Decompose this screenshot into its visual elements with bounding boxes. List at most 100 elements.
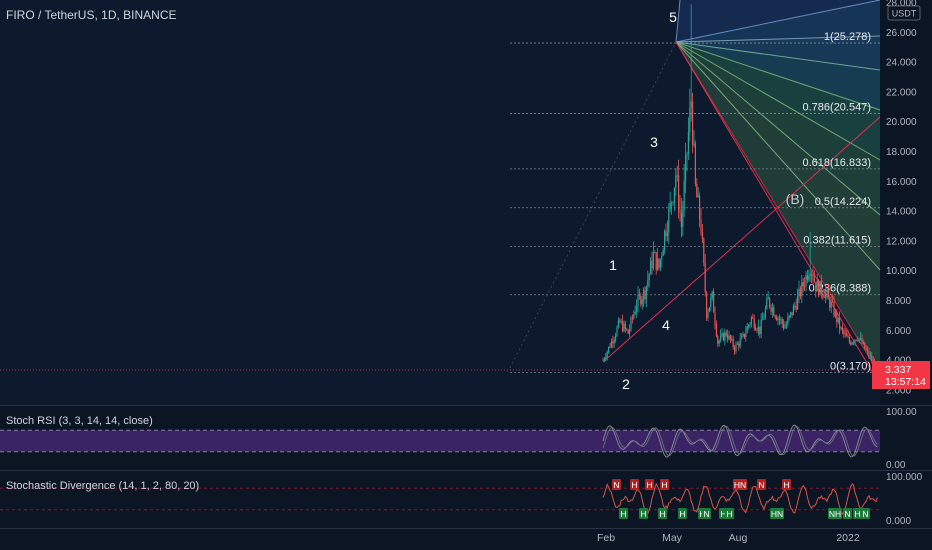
candle-body [847, 336, 849, 338]
candle-body [792, 306, 794, 316]
candle-body [623, 323, 625, 332]
candle-body [627, 329, 629, 334]
time-axis-tick: Feb [597, 532, 615, 544]
candle-body [869, 355, 871, 357]
candle-body [714, 312, 716, 325]
candle-body [603, 359, 605, 361]
candle-body [773, 307, 775, 316]
fib-level-label: 0(3.170) [830, 360, 871, 372]
candle-body [689, 107, 691, 133]
candle-body [823, 296, 825, 298]
candle-body [846, 333, 848, 337]
candle-body [802, 282, 804, 286]
candle-body [644, 289, 646, 300]
candle-body [827, 290, 829, 298]
candle-body [616, 327, 618, 336]
stoch-rsi-tick-bottom: 0.00 [886, 460, 906, 471]
candle-body [755, 328, 757, 331]
candle-body [749, 323, 751, 326]
currency-badge[interactable]: USDT [887, 5, 921, 21]
candle-body [743, 333, 745, 338]
candle-body [830, 301, 832, 308]
candle-body [763, 317, 765, 320]
candle-body [608, 346, 610, 352]
candle-body [690, 101, 692, 108]
candle-body [774, 315, 776, 318]
candle-body [721, 333, 723, 336]
candle-body [861, 338, 863, 344]
candle-body [832, 301, 834, 303]
currency-label: USDT [892, 9, 917, 19]
candle-body [822, 293, 824, 297]
chart-title: FIRO / TetherUS, 1D, BINANCE [6, 8, 177, 22]
price-axis-tick: 16.000 [886, 177, 917, 188]
fib-level-label: 0.618(16.833) [803, 157, 872, 169]
candle-body [658, 258, 660, 268]
candle-body [794, 306, 796, 307]
candle-body [871, 355, 873, 361]
candle-body [673, 187, 675, 203]
price-axis-tick: 14.000 [886, 207, 917, 218]
divergence-marker-label: HN [734, 480, 746, 490]
candle-body [805, 275, 807, 287]
divergence-marker-label: H [631, 480, 637, 490]
candle-body [648, 274, 650, 281]
candle-body [813, 279, 815, 283]
divergence-marker-label: HN [771, 509, 783, 519]
candle-body [770, 306, 772, 312]
candle-body [700, 219, 702, 233]
candle-body [829, 297, 831, 308]
candle-body [655, 252, 657, 270]
price-axis-tick: 18.000 [886, 147, 917, 158]
divergence-marker-label: H [661, 480, 667, 490]
divergence-marker-label: N [844, 509, 850, 519]
candle-body [741, 335, 743, 339]
candle-body [654, 252, 656, 254]
candle-body [837, 317, 839, 323]
time-axis-tick: 2022 [836, 532, 860, 544]
candle-body [833, 301, 835, 316]
candle-body [729, 335, 731, 340]
stoch-divergence-label[interactable]: Stochastic Divergence (14, 1, 2, 80, 20) [6, 480, 199, 492]
stoch-rsi-label[interactable]: Stoch RSI (3, 3, 14, 14, close) [6, 415, 153, 427]
candle-body [718, 340, 720, 344]
candle-body [606, 351, 608, 358]
divergence-marker-label: N [862, 509, 868, 519]
candle-body [757, 326, 759, 331]
stoch-rsi-tick-top: 100.00 [886, 407, 917, 418]
candle-body [711, 291, 713, 298]
candle-body [834, 311, 836, 316]
candle-body [809, 273, 811, 277]
candle-body [699, 195, 701, 220]
candle-body [844, 333, 846, 335]
candle-body [686, 153, 688, 156]
candle-body [780, 319, 782, 321]
candle-body [640, 295, 642, 305]
trading-chart[interactable]: 1(25.278) 0.786(20.547) 0.618(16.833) 0.5(1… [0, 0, 932, 550]
candle-body [680, 212, 682, 227]
candle-body [748, 325, 750, 327]
candle-body [678, 175, 680, 210]
candle-body [742, 333, 744, 336]
candle-body [638, 294, 640, 296]
candle-body [771, 307, 773, 312]
candle-body [669, 202, 671, 209]
candle-body [818, 280, 820, 296]
candle-body [853, 342, 855, 344]
candle-body [622, 321, 624, 332]
candle-body [734, 347, 736, 352]
candle-body [722, 333, 724, 341]
candle-body [715, 324, 717, 337]
candle-body [682, 209, 684, 227]
candle-body [764, 308, 766, 318]
candle-body [620, 321, 622, 323]
candle-body [602, 360, 604, 361]
price-axis-tick: 6.000 [886, 326, 911, 337]
candle-body [643, 289, 645, 300]
candle-body [645, 286, 647, 300]
candle-body [864, 342, 866, 349]
candle-body [868, 351, 870, 357]
stoch-rsi-band [0, 430, 880, 452]
candle-body [629, 329, 631, 334]
divergence-marker-label: H [646, 480, 652, 490]
